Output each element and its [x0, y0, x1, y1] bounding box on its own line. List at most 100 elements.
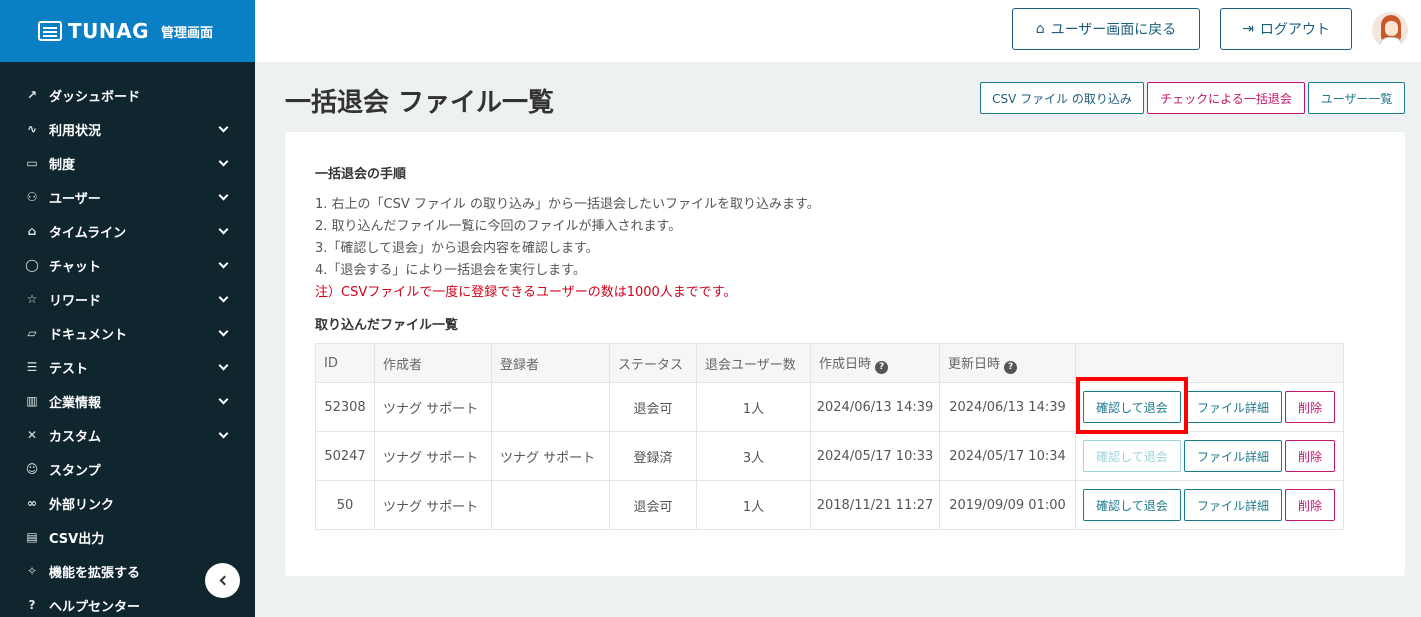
sidebar-item[interactable]: ✕ カスタム [0, 418, 255, 452]
sidebar-item-label: 機能を拡張する [49, 565, 141, 581]
sidebar-item[interactable]: ↗ ダッシュボード [0, 78, 255, 112]
cell-created-at: 2024/06/13 14:39 [810, 382, 940, 432]
chevron-down-icon [218, 292, 229, 302]
chevron-down-icon [218, 394, 229, 404]
sidebar-item[interactable]: ▥ 企業情報 [0, 384, 255, 418]
sidebar-item[interactable]: ▭ 制度 [0, 146, 255, 180]
sidebar-item[interactable]: ∿ 利用状況 [0, 112, 255, 146]
help-icon[interactable]: ? [875, 360, 889, 374]
top-bar: ⌂ ユーザー画面に戻る ⇥ ログアウト [255, 0, 1421, 62]
avatar-body [1379, 37, 1403, 48]
cell-creator: ツナグ サポート [374, 480, 492, 530]
sidebar-item[interactable]: ◯ チャット [0, 248, 255, 282]
collapse-sidebar-button[interactable] [205, 563, 240, 598]
star-icon: ☆ [26, 292, 38, 306]
sidebar-item-label: テスト [49, 361, 89, 377]
sidebar-item-label: CSV出力 [49, 531, 105, 547]
sidebar-nav: ↗ ダッシュボード ∿ 利用状況 ▭ 制度 ⚇ ユーザー ⌂ タイムライン ◯ チャット ☆ リワード ▱ ド… [0, 62, 255, 617]
cell-operations: 確認して退会 ファイル詳細 削除 [1075, 480, 1344, 530]
sidebar-item[interactable]: ▱ ドキュメント [0, 316, 255, 350]
logo[interactable]: TUNAG [38, 19, 149, 43]
chevron-down-icon [218, 428, 229, 438]
cell-registrant [491, 480, 610, 530]
sidebar-item-label: ドキュメント [49, 327, 128, 343]
table-row: 50247 ツナグ サポート ツナグ サポート 登録済 3人 2024/05/17 10:… [315, 431, 1344, 481]
sidebar-item-label: ダッシュボード [49, 89, 141, 105]
import-csv-button[interactable]: CSV ファイル の取り込み [980, 82, 1144, 114]
cell-withdraw-count: 3人 [696, 431, 811, 481]
brand-subtitle: 管理画面 [161, 25, 214, 41]
instruction-step: 4.「退会する」により一括退会を実行します。 [315, 263, 586, 278]
cell-status: 登録済 [609, 431, 697, 481]
help-icon[interactable]: ? [1004, 360, 1018, 374]
instruction-step: 1. 右上の「CSV ファイル の取り込み」から一括退会したいファイルを取り込み… [315, 197, 820, 212]
col-updated-at: 更新日時 ? [939, 343, 1076, 383]
col-id: ID [315, 343, 375, 383]
table-icon: ▤ [26, 530, 38, 544]
sidebar-item-label: 制度 [49, 157, 76, 173]
file-detail-button[interactable]: ファイル詳細 [1184, 440, 1282, 472]
list-icon: ☰ [26, 360, 38, 374]
sidebar-item-label: ヘルプセンター [49, 599, 141, 615]
cell-creator: ツナグ サポート [374, 382, 492, 432]
logout-button[interactable]: ⇥ ログアウト [1220, 8, 1352, 50]
user-list-button[interactable]: ユーザー一覧 [1308, 82, 1405, 114]
col-created-at-label: 作成日時 [819, 356, 872, 372]
bulk-check-withdraw-button[interactable]: チェックによる一括退会 [1147, 82, 1305, 114]
cell-withdraw-count: 1人 [696, 382, 811, 432]
back-to-user-screen-button[interactable]: ⌂ ユーザー画面に戻る [1012, 8, 1200, 50]
sidebar-item[interactable]: ∞ 外部リンク [0, 486, 255, 520]
sidebar-item-label: ユーザー [49, 191, 101, 207]
sidebar-item-label: リワード [49, 293, 102, 309]
sidebar-item[interactable]: ☺ スタンプ [0, 452, 255, 486]
cell-updated-at: 2024/05/17 10:34 [939, 431, 1076, 481]
table-row: 50 ツナグ サポート 退会可 1人 2018/11/21 11:27 2019/09/0… [315, 480, 1344, 530]
cell-id: 50 [315, 480, 375, 530]
sidebar-item-label: 利用状況 [49, 123, 102, 139]
sidebar-item[interactable]: ▤ CSV出力 [0, 520, 255, 554]
table-header-row: ID 作成者 登録者 ステータス 退会ユーザー数 作成日時 ? 更新日時 ? [315, 343, 1344, 383]
chevron-down-icon [218, 326, 229, 336]
tunag-logo-icon [38, 21, 62, 41]
col-withdraw-count: 退会ユーザー数 [696, 343, 811, 383]
logout-label: ログアウト [1259, 22, 1330, 38]
delete-button[interactable]: 削除 [1285, 391, 1335, 423]
sidebar-item[interactable]: ☆ リワード [0, 282, 255, 316]
sidebar-item[interactable]: ⚇ ユーザー [0, 180, 255, 214]
tools-icon: ✕ [26, 428, 38, 442]
row-actions: 確認して退会 ファイル詳細 削除 [1076, 440, 1343, 472]
cell-creator: ツナグ サポート [374, 431, 492, 481]
cell-operations: 確認して退会 ファイル詳細 削除 [1075, 382, 1344, 432]
cell-status: 退会可 [609, 480, 697, 530]
table-row: 52308 ツナグ サポート 退会可 1人 2024/06/13 14:39 2024/0… [315, 382, 1344, 432]
smile-icon: ☺ [25, 462, 39, 476]
cell-id: 50247 [315, 431, 375, 481]
users-icon: ⚇ [26, 190, 38, 204]
brand-bar: TUNAG 管理画面 [0, 0, 255, 62]
delete-button[interactable]: 削除 [1285, 489, 1335, 521]
file-detail-button[interactable]: ファイル詳細 [1184, 489, 1282, 521]
back-to-user-screen-label: ユーザー画面に戻る [1050, 22, 1177, 38]
cell-registrant: ツナグ サポート [491, 431, 610, 481]
brand-name: TUNAG [68, 19, 150, 43]
sidebar-item[interactable]: ⌂ タイムライン [0, 214, 255, 248]
cell-status: 退会可 [609, 382, 697, 432]
page-title: 一括退会 ファイル一覧 [285, 88, 555, 118]
avatar[interactable] [1372, 12, 1408, 48]
confirm-withdraw-button[interactable]: 確認して退会 [1083, 489, 1181, 521]
sidebar-item[interactable]: ☰ テスト [0, 350, 255, 384]
chevron-down-icon [218, 190, 229, 200]
col-creator: 作成者 [374, 343, 492, 383]
confirm-withdraw-button[interactable]: 確認して退会 [1083, 391, 1181, 423]
instruction-step: 2. 取り込んだファイル一覧に今回のファイルが挿入されます。 [315, 219, 682, 234]
delete-button[interactable]: 削除 [1285, 440, 1335, 472]
avatar-face [1385, 21, 1398, 36]
chevron-down-icon [218, 224, 229, 234]
sidebar-item-label: チャット [49, 259, 101, 275]
files-title: 取り込んだファイル一覧 [315, 318, 459, 333]
file-detail-button[interactable]: ファイル詳細 [1184, 391, 1282, 423]
col-created-at: 作成日時 ? [810, 343, 940, 383]
sidebar-item-label: カスタム [49, 429, 102, 445]
cell-id: 52308 [315, 382, 375, 432]
col-registrant: 登録者 [491, 343, 610, 383]
